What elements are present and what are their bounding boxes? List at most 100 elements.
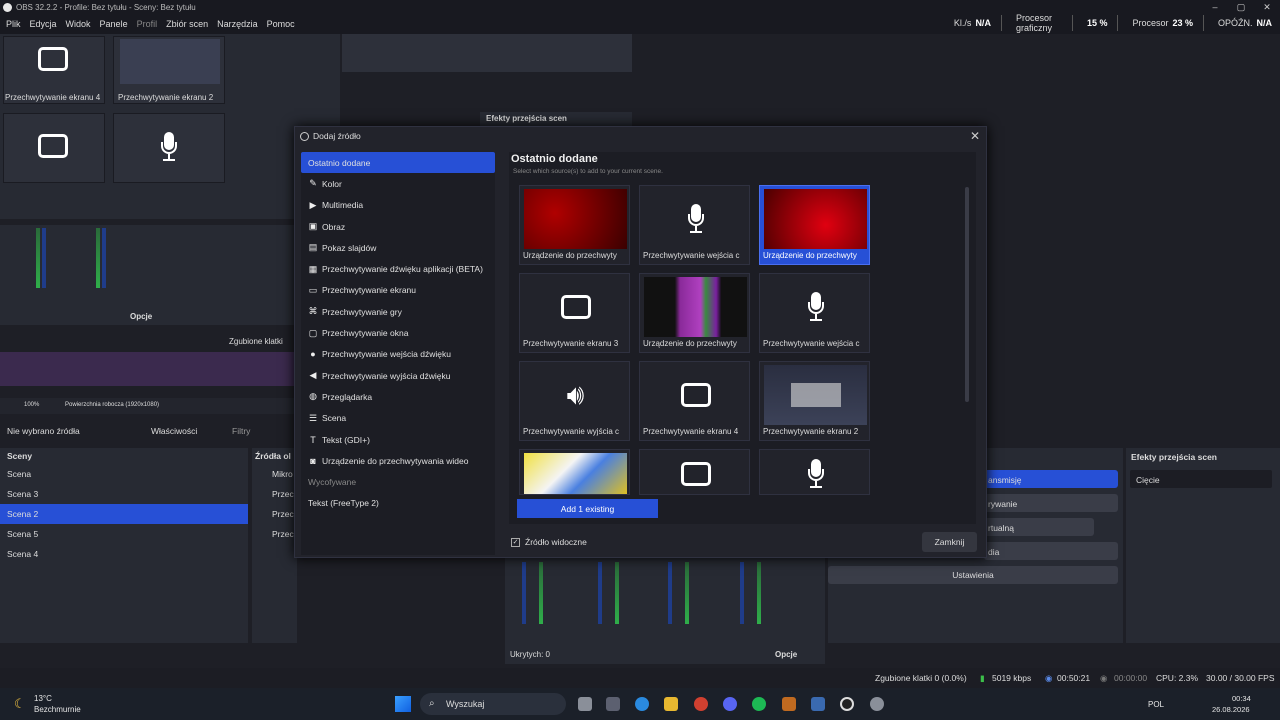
- type-text-freetype[interactable]: Tekst (FreeType 2): [301, 493, 495, 514]
- recent-source-card[interactable]: Przechwytywanie ekranu 3: [519, 273, 630, 353]
- type-browser[interactable]: ◍ Przeglądarka: [301, 386, 495, 407]
- recent-source-card[interactable]: Przechwytywanie ekranu 2: [759, 361, 870, 441]
- menu-widok[interactable]: Widok: [66, 19, 91, 29]
- widgets-icon[interactable]: [606, 697, 620, 711]
- recent-source-card[interactable]: [519, 449, 630, 495]
- obs-logo-icon: [300, 131, 309, 141]
- dialog-close-icon[interactable]: ✕: [970, 129, 980, 143]
- type-text-gdi[interactable]: T Tekst (GDI+): [301, 429, 495, 450]
- recent-source-card[interactable]: Urządzenie do przechwyty: [639, 273, 750, 353]
- type-color[interactable]: ✎ Kolor: [301, 173, 495, 194]
- type-app-audio[interactable]: ▦ Przechwytywanie dźwięku aplikacji (BETA…: [301, 258, 495, 279]
- source-thumb-monitor[interactable]: [3, 113, 105, 183]
- source-thumb-screen4[interactable]: Przechwytywanie ekranu 4: [3, 36, 105, 104]
- settings-button[interactable]: Ustawienia: [828, 566, 1118, 584]
- recent-source-card[interactable]: Przechwytywanie ekranu 4: [639, 361, 750, 441]
- settings-gear-icon[interactable]: [870, 697, 884, 711]
- mixer-options[interactable]: Opcje: [130, 312, 152, 321]
- menu-plik[interactable]: Plik: [6, 19, 21, 29]
- windows-start-icon[interactable]: [395, 696, 411, 712]
- menu-zbior-scen[interactable]: Zbiór scen: [166, 19, 208, 29]
- dialog-title: Dodaj źródło: [313, 131, 361, 141]
- source-item[interactable]: Przec: [252, 484, 297, 504]
- scene-item[interactable]: Scena 4: [0, 544, 248, 564]
- clock-date[interactable]: 26.08.2026: [1212, 705, 1250, 714]
- source-thumb-mic[interactable]: [113, 113, 225, 183]
- monitor-icon: [680, 383, 711, 407]
- screen-thumbnail: [764, 365, 867, 425]
- video-thumbnail: [644, 277, 747, 337]
- task-view-icon[interactable]: [578, 697, 592, 711]
- type-image[interactable]: ▣ Obraz: [301, 216, 495, 237]
- source-item[interactable]: Przec: [252, 504, 297, 524]
- visible-checkbox[interactable]: ✓ Źródło widoczne: [511, 537, 587, 547]
- menu-profil[interactable]: Profil: [137, 19, 158, 29]
- source-item[interactable]: Przec: [252, 524, 297, 544]
- type-display[interactable]: ▭ Przechwytywanie ekranu: [301, 280, 495, 301]
- mic-icon: [687, 204, 705, 234]
- slideshow-icon: ▤: [308, 242, 318, 253]
- close-button[interactable]: Zamknij: [922, 532, 977, 552]
- steam-icon[interactable]: [811, 697, 825, 711]
- video-thumbnail: [524, 453, 627, 494]
- type-scene[interactable]: ☰ Scena: [301, 408, 495, 429]
- scenes-dock: Sceny Scena Scena 3 Scena 2 Scena 5 Scen…: [0, 448, 248, 643]
- edge-icon[interactable]: [635, 697, 649, 711]
- start-stream-button[interactable]: ansmisję: [988, 475, 1022, 485]
- language-indicator[interactable]: POL: [1148, 700, 1164, 709]
- recent-source-card-selected[interactable]: Urządzenie do przechwyty: [759, 185, 870, 265]
- cpu-label: Procesor: [1132, 18, 1169, 28]
- text-icon: T: [310, 434, 316, 445]
- start-recording-button[interactable]: rywanie: [988, 499, 1017, 509]
- obs-logo-icon: [3, 2, 12, 12]
- brush-icon: ✎: [309, 178, 317, 189]
- camera-icon: ◙: [310, 455, 316, 466]
- source-item[interactable]: Mikro: [252, 464, 297, 484]
- type-audio-output[interactable]: ◀ Przechwytywanie wyjścia dźwięku: [301, 365, 495, 386]
- recent-source-card[interactable]: Urządzenie do przechwyty: [519, 185, 630, 265]
- menu-edycja[interactable]: Edycja: [30, 19, 57, 29]
- deprecated-header: Wycofywane: [308, 477, 357, 488]
- menu-panele[interactable]: Panele: [100, 19, 128, 29]
- window-title: OBS 32.2.2 - Profile: Bez tytułu - Sceny…: [16, 2, 196, 12]
- mic-icon: [807, 459, 825, 489]
- explorer-icon[interactable]: [664, 697, 678, 711]
- recent-source-card[interactable]: [759, 449, 870, 495]
- mixer-options-bottom[interactable]: Opcje: [775, 650, 797, 659]
- clock-time[interactable]: 00:34: [1232, 694, 1251, 703]
- filters-button[interactable]: Filtry: [232, 426, 250, 436]
- menu-pomoc[interactable]: Pomoc: [267, 19, 295, 29]
- app-icon[interactable]: [782, 697, 796, 711]
- recent-source-card[interactable]: Przechwytywanie wejścia c: [639, 185, 750, 265]
- type-recent[interactable]: Ostatnio dodane: [301, 152, 495, 174]
- scene-item[interactable]: Scena 3: [0, 484, 248, 504]
- recent-scrollbar[interactable]: [965, 187, 969, 402]
- discord-icon[interactable]: [723, 697, 737, 711]
- menu-narzedzia[interactable]: Narzędzia: [217, 19, 258, 29]
- source-thumb-screen2[interactable]: Przechwytywanie ekranu 2: [113, 36, 225, 104]
- virtual-camera-button[interactable]: rtualną: [988, 523, 1014, 533]
- recent-source-card[interactable]: [639, 449, 750, 495]
- recent-source-card[interactable]: Przechwytywanie wejścia c: [759, 273, 870, 353]
- type-window[interactable]: ▢ Przechwytywanie okna: [301, 322, 495, 343]
- add-existing-button[interactable]: Add 1 existing: [517, 499, 658, 518]
- properties-button[interactable]: Właściwości: [151, 426, 197, 436]
- scene-item[interactable]: Scena 5: [0, 524, 248, 544]
- obs-taskbar-icon[interactable]: [840, 697, 854, 711]
- checkbox-icon[interactable]: ✓: [511, 537, 520, 547]
- spotify-icon[interactable]: [752, 697, 766, 711]
- studio-mode-button[interactable]: dia: [988, 547, 999, 557]
- type-video-capture[interactable]: ◙ Urządzenie do przechwytywania wideo: [301, 450, 495, 471]
- type-audio-input[interactable]: ● Przechwytywanie wejścia dźwięku: [301, 344, 495, 365]
- taskbar-search[interactable]: ⌕ Wyszukaj: [420, 693, 566, 715]
- scene-item-selected[interactable]: Scena 2: [0, 504, 248, 524]
- delay-value: N/A: [1256, 18, 1273, 28]
- recent-source-card[interactable]: 🔊︎ Przechwytywanie wyjścia c: [519, 361, 630, 441]
- chrome-icon[interactable]: [694, 697, 708, 711]
- transition-select[interactable]: Cięcie: [1136, 475, 1160, 485]
- scene-item[interactable]: Scena: [0, 464, 248, 484]
- type-slideshow[interactable]: ▤ Pokaz slajdów: [301, 237, 495, 258]
- cpu-value: 23 %: [1172, 18, 1193, 28]
- type-media[interactable]: ▶ Multimedia: [301, 195, 495, 216]
- type-game[interactable]: ⌘ Przechwytywanie gry: [301, 301, 495, 322]
